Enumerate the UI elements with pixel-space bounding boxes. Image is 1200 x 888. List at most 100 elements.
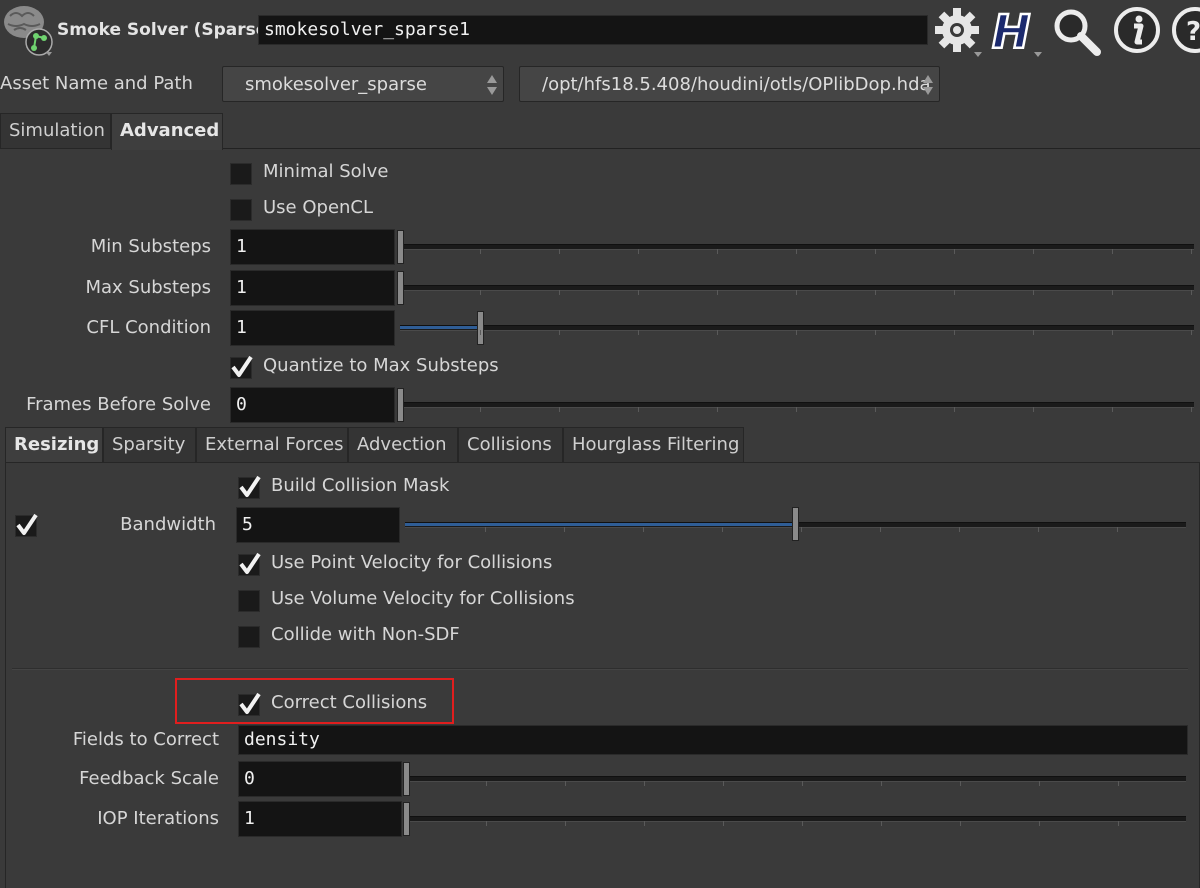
tab-advection[interactable]: Advection (348, 427, 458, 463)
slider-tick (1033, 249, 1034, 254)
slider-tick (638, 290, 639, 295)
use-point-velocity-checkbox[interactable] (238, 552, 261, 576)
feedback-scale-slider[interactable] (406, 776, 1186, 782)
slider-tick (717, 330, 718, 335)
slider-tick (559, 330, 560, 335)
slider-tick (880, 527, 881, 532)
slider-tick (564, 527, 565, 532)
build-collision-mask-checkbox[interactable] (238, 475, 261, 499)
slider-tick (559, 290, 560, 295)
slider-tick (1112, 290, 1113, 295)
min-substeps-slider-handle[interactable] (397, 230, 404, 264)
slider-tick (722, 527, 723, 532)
use-opencl-checkbox[interactable] (230, 199, 252, 221)
slider-tick (875, 407, 876, 412)
svg-text:?: ? (1186, 17, 1200, 47)
asset-path-dropdown[interactable]: /opt/hfs18.5.408/houdini/otls/OPlibDop.h… (519, 66, 940, 102)
slider-tick (1112, 249, 1113, 254)
slider-tick (638, 249, 639, 254)
slider-tick (1039, 781, 1040, 786)
bandwidth-enable-checkbox[interactable] (15, 513, 38, 537)
cfl-condition-slider[interactable] (400, 325, 1194, 331)
brain-node-icon[interactable] (0, 2, 54, 58)
slider-tick (644, 781, 645, 786)
slider-tick (644, 821, 645, 826)
frames-before-solve-slider[interactable] (400, 402, 1194, 408)
slider-tick (717, 249, 718, 254)
slider-tick (565, 821, 566, 826)
svg-text:H: H (992, 5, 1031, 59)
checkmark-icon (16, 513, 38, 535)
slider-tick (959, 527, 960, 532)
help-icon[interactable]: ? (1170, 4, 1200, 56)
houdini-h-icon[interactable]: H (990, 4, 1042, 60)
slider-tick (960, 821, 961, 826)
tab-resizing[interactable]: Resizing (5, 427, 103, 463)
quantize-checkbox[interactable] (230, 355, 253, 379)
search-icon[interactable] (1051, 4, 1103, 56)
tab-hourglass-filtering[interactable]: Hourglass Filtering (563, 427, 744, 463)
info-icon[interactable] (1112, 4, 1164, 56)
slider-tick (717, 407, 718, 412)
bandwidth-field[interactable]: 5 (236, 507, 400, 543)
slider-tick (801, 527, 802, 532)
iop-iterations-field[interactable]: 1 (238, 801, 402, 837)
slider-tick (881, 781, 882, 786)
cfl-condition-field[interactable]: 1 (230, 310, 395, 346)
min-substeps-label: Min Substeps (90, 236, 211, 257)
feedback-scale-field[interactable]: 0 (238, 761, 402, 797)
slider-tick (960, 781, 961, 786)
frames-before-solve-slider-handle[interactable] (397, 388, 404, 422)
use-volume-velocity-checkbox[interactable] (238, 590, 260, 612)
section-separator (12, 668, 1188, 670)
slider-tick (1038, 527, 1039, 532)
iop-iterations-slider[interactable] (406, 816, 1186, 822)
bandwidth-label: Bandwidth (120, 514, 216, 535)
minimal-solve-checkbox[interactable] (230, 163, 252, 185)
min-substeps-slider[interactable] (400, 244, 1194, 250)
slider-tick (954, 407, 955, 412)
max-substeps-field[interactable]: 1 (230, 270, 395, 306)
tab-collisions[interactable]: Collisions (458, 427, 563, 463)
use-opencl-label: Use OpenCL (263, 197, 374, 218)
slider-tick (881, 821, 882, 826)
tab-sparsity[interactable]: Sparsity (103, 427, 196, 463)
asset-name-path-label: Asset Name and Path (0, 73, 193, 94)
highlight-box (175, 678, 454, 724)
collide-non-sdf-label: Collide with Non-SDF (271, 624, 460, 645)
slider-tick (875, 249, 876, 254)
node-name-field[interactable]: smokesolver_sparse1 (258, 15, 928, 45)
slider-tick (723, 821, 724, 826)
slider-tick (796, 290, 797, 295)
iop-iterations-slider-handle[interactable] (403, 802, 410, 836)
slider-tick (1118, 821, 1119, 826)
cfl-condition-slider-handle[interactable] (477, 311, 484, 345)
feedback-scale-slider-handle[interactable] (403, 762, 410, 796)
slider-tick (1117, 527, 1118, 532)
min-substeps-field[interactable]: 1 (230, 229, 395, 265)
bandwidth-slider-handle[interactable] (792, 507, 799, 541)
gear-icon[interactable] (930, 4, 982, 57)
tab-simulation[interactable]: Simulation (0, 113, 111, 149)
tab-external-forces[interactable]: External Forces (196, 427, 348, 463)
tab-advanced[interactable]: Advanced (111, 113, 223, 150)
slider-tick (638, 330, 639, 335)
max-substeps-label: Max Substeps (85, 277, 211, 298)
slider-tick (480, 249, 481, 254)
slider-tick (796, 407, 797, 412)
slider-tick (1118, 781, 1119, 786)
max-substeps-slider-handle[interactable] (397, 271, 404, 305)
fields-to-correct-field[interactable]: density (238, 725, 1188, 755)
slider-tick (1191, 407, 1192, 412)
up-down-arrows-icon (487, 75, 497, 95)
slider-tick (638, 407, 639, 412)
checkmark-icon (231, 355, 253, 377)
collide-non-sdf-checkbox[interactable] (238, 626, 260, 648)
frames-before-solve-field[interactable]: 0 (230, 387, 395, 423)
max-substeps-slider[interactable] (400, 285, 1194, 291)
slider-tick (559, 407, 560, 412)
slider-tick (1112, 330, 1113, 335)
slider-tick (954, 290, 955, 295)
asset-name-dropdown[interactable]: smokesolver_sparse (222, 66, 504, 102)
slider-tick (1191, 330, 1192, 335)
